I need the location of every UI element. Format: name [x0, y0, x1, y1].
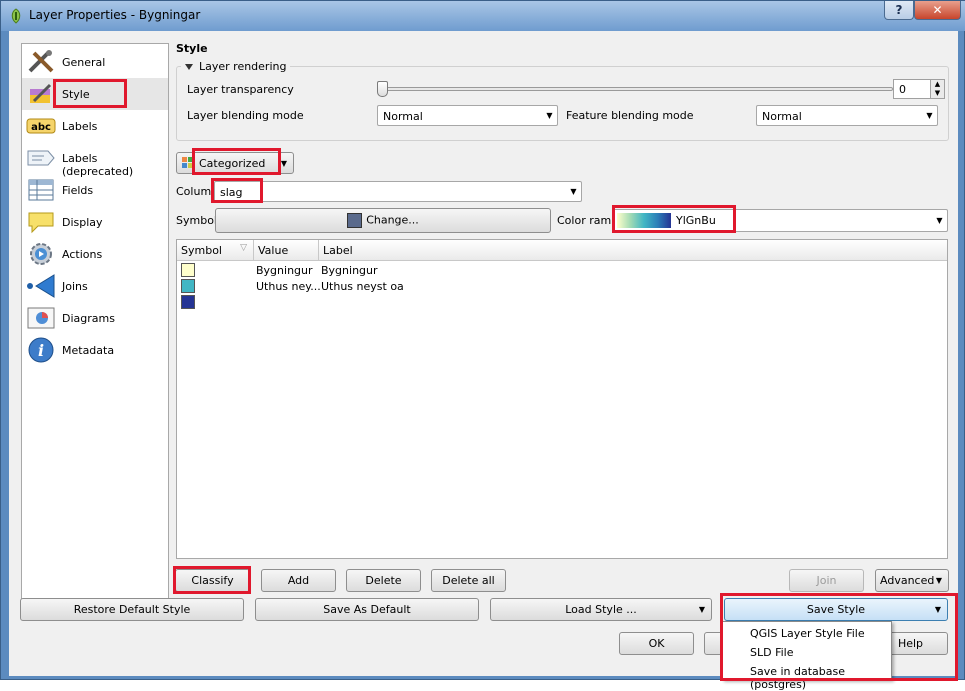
table-row[interactable]: Bygningur Bygningur: [177, 262, 947, 278]
add-button[interactable]: Add: [261, 569, 336, 592]
chevron-down-icon: ▼: [546, 111, 553, 120]
column-header-symbol[interactable]: Symbol ▽: [177, 240, 254, 261]
help-title-button[interactable]: ?: [884, 1, 914, 20]
sidebar-item-label: Metadata: [62, 344, 115, 357]
color-ramp-select[interactable]: YlGnBu ▼: [613, 209, 948, 232]
transparency-label: Layer transparency: [187, 83, 294, 96]
window-title: Layer Properties - Bygningar: [29, 8, 201, 22]
transparency-slider-track[interactable]: [383, 87, 893, 91]
abc-text: abc: [31, 122, 51, 133]
column-header-value[interactable]: Value: [254, 240, 319, 261]
label-icon: [27, 150, 55, 166]
row-symbol-swatch[interactable]: [181, 295, 195, 309]
categories-table[interactable]: Symbol ▽ Value Label Bygningur Bygningur …: [176, 239, 948, 559]
layer-blending-select[interactable]: Normal ▼: [377, 105, 558, 126]
menu-item-save-in-database[interactable]: Save in database (postgres): [750, 665, 891, 691]
feature-blending-select[interactable]: Normal ▼: [756, 105, 938, 126]
sidebar-item-general[interactable]: General: [22, 46, 168, 78]
color-ramp-label: Color ramp: [557, 214, 619, 227]
sidebar-item-fields[interactable]: Fields: [22, 174, 168, 206]
diagram-icon: [27, 307, 55, 329]
ok-button[interactable]: OK: [619, 632, 694, 655]
qgis-icon: [11, 8, 21, 24]
advanced-button[interactable]: Advanced ▼: [875, 569, 949, 592]
symbol-swatch: [347, 212, 363, 228]
sidebar-item-display[interactable]: Display: [22, 206, 168, 238]
chevron-down-icon: ▼: [936, 216, 943, 225]
symbol-label: Symbol: [176, 214, 217, 227]
blending-label: Layer blending mode: [187, 109, 304, 122]
save-style-button[interactable]: Save Style ▼: [724, 598, 948, 621]
spin-up-icon[interactable]: ▲: [930, 80, 944, 89]
load-style-button[interactable]: Load Style ... ▼: [490, 598, 712, 621]
chevron-down-icon: ▼: [280, 159, 287, 168]
sidebar-item-label: Fields: [62, 184, 94, 197]
sidebar-item-labels[interactable]: abc Labels: [22, 110, 168, 142]
table-icon: [28, 179, 54, 201]
sidebar-item-label: Style: [62, 88, 90, 101]
row-symbol-swatch[interactable]: [181, 279, 195, 293]
delete-button[interactable]: Delete: [346, 569, 421, 592]
gear-play-icon: [30, 243, 52, 265]
table-row[interactable]: Uthus ney... Uthus neyst oa: [177, 278, 947, 294]
color-ramp-preview: [617, 213, 671, 228]
delete-all-button[interactable]: Delete all: [431, 569, 506, 592]
collapse-triangle-icon: [185, 64, 193, 70]
column-header-label[interactable]: Label: [319, 240, 947, 261]
save-style-menu: QGIS Layer Style File SLD File Save in d…: [722, 621, 892, 691]
chevron-down-icon: ▼: [934, 605, 941, 614]
sidebar-item-label: Display: [62, 216, 103, 229]
sidebar-item-labels-deprecated[interactable]: Labels (deprecated): [22, 142, 168, 178]
title-bar: Layer Properties - Bygningar ? ✕: [1, 1, 965, 31]
transparency-spinbox[interactable]: 0 ▲ ▼: [893, 79, 945, 99]
abc-icon: abc: [26, 118, 56, 134]
paint-brush-icon: [30, 83, 52, 103]
tools-icon: [28, 50, 54, 73]
info-icon: i: [28, 337, 54, 363]
table-row[interactable]: [177, 294, 947, 310]
close-button[interactable]: ✕: [914, 1, 961, 20]
sidebar-item-label: General: [62, 56, 106, 69]
sidebar: General Style abc Labels Labels (depreca…: [21, 43, 169, 606]
sidebar-item-label: Joins: [62, 280, 88, 293]
spin-down-icon[interactable]: ▼: [930, 89, 944, 98]
svg-text:i: i: [38, 341, 44, 360]
sidebar-item-label: Labels: [62, 120, 98, 133]
categorized-icon: [182, 157, 193, 168]
sidebar-item-style[interactable]: Style: [22, 78, 168, 110]
sidebar-item-label: Actions: [62, 248, 103, 261]
table-header: Symbol ▽ Value Label: [177, 240, 947, 261]
change-symbol-button[interactable]: Change...: [215, 208, 551, 233]
sidebar-item-joins[interactable]: Joins: [22, 270, 168, 302]
menu-item-sld-file[interactable]: SLD File: [750, 646, 793, 659]
layer-rendering-toggle[interactable]: Layer rendering: [181, 60, 291, 73]
sidebar-item-diagrams[interactable]: Diagrams: [22, 302, 168, 334]
feature-blending-label: Feature blending mode: [566, 109, 694, 122]
chevron-down-icon: ▼: [570, 187, 577, 196]
column-label: Column: [176, 185, 219, 198]
dialog-client: General Style abc Labels Labels (depreca…: [9, 31, 958, 691]
join-arrow-icon: [27, 274, 55, 298]
sidebar-item-metadata[interactable]: i Metadata: [22, 334, 168, 366]
layer-rendering-group: Layer rendering Layer transparency 0 ▲ ▼…: [176, 60, 949, 141]
save-as-default-button[interactable]: Save As Default: [255, 598, 479, 621]
speech-bubble-icon: [28, 212, 54, 234]
chevron-down-icon: ▼: [935, 576, 942, 585]
sort-indicator-icon: ▽: [240, 243, 247, 253]
row-symbol-swatch[interactable]: [181, 263, 195, 277]
chevron-down-icon: ▼: [926, 111, 933, 120]
transparency-slider-handle[interactable]: [377, 81, 388, 97]
column-select[interactable]: slag ▼: [214, 181, 582, 202]
menu-item-qgis-style-file[interactable]: QGIS Layer Style File: [750, 627, 865, 640]
join-button[interactable]: Join: [789, 569, 864, 592]
renderer-select[interactable]: Categorized ▼: [176, 152, 294, 174]
sidebar-item-label: Diagrams: [62, 312, 115, 325]
layer-properties-window: Layer Properties - Bygningar ? ✕ General…: [0, 0, 965, 691]
page-title: Style: [176, 42, 208, 55]
chevron-down-icon: ▼: [698, 605, 705, 614]
classify-button[interactable]: Classify: [175, 569, 250, 592]
sidebar-item-actions[interactable]: Actions: [22, 238, 168, 270]
restore-default-style-button[interactable]: Restore Default Style: [20, 598, 244, 621]
